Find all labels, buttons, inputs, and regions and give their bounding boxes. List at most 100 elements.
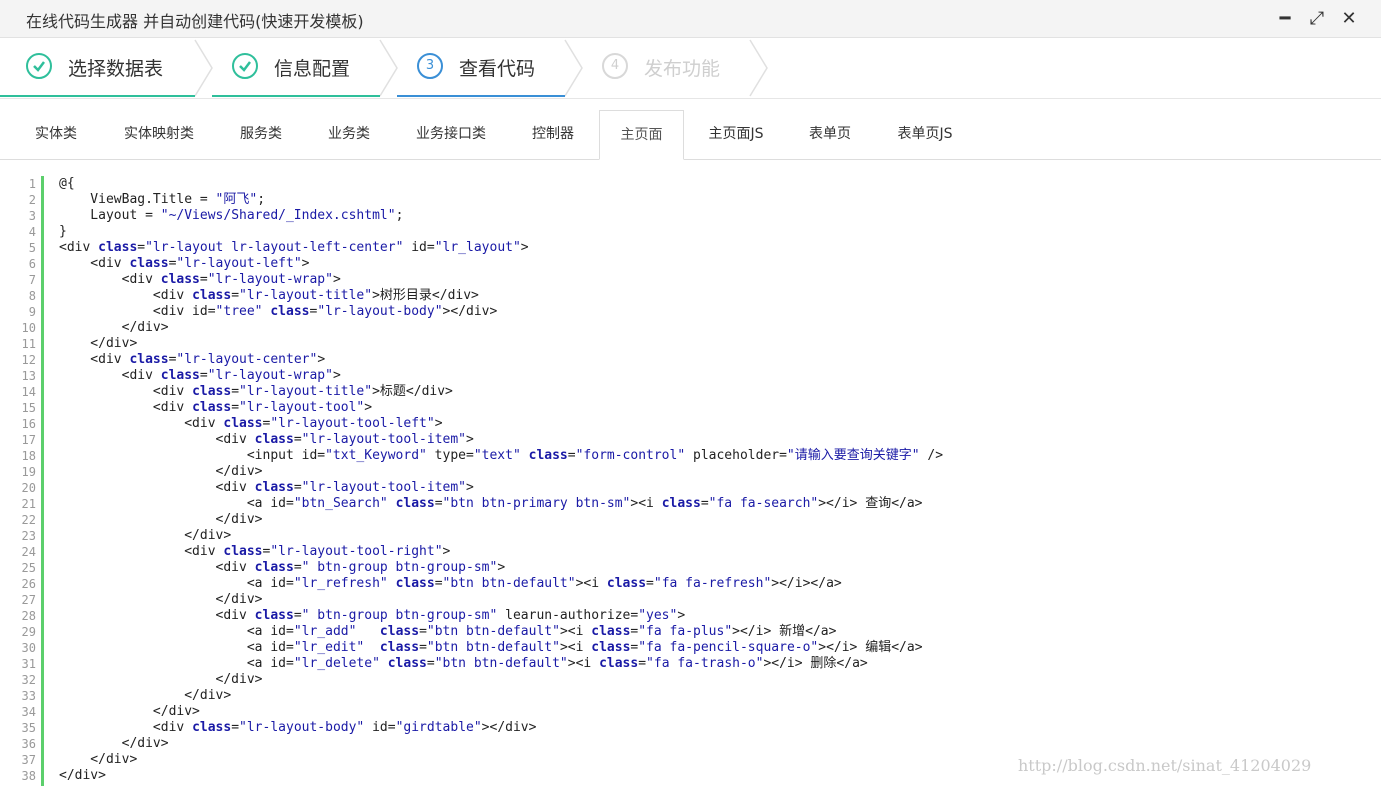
- code-line: </div>: [59, 336, 138, 351]
- code-line: <input id="txt_Keyword" type="text" clas…: [59, 448, 944, 463]
- code-line: <div class="lr-layout-title">树形目录</div>: [59, 288, 479, 303]
- window-titlebar: 在线代码生成器 并自动创建代码(快速开发模板) ━ ⤢ ✕: [0, 0, 1381, 38]
- code-line: <div class="lr-layout-title">标题</div>: [59, 384, 453, 399]
- line-number: 21: [21, 497, 36, 511]
- tab-service[interactable]: 服务类: [222, 110, 300, 159]
- code-line: ViewBag.Title = "阿飞";: [59, 192, 266, 207]
- code-line: @{: [59, 176, 75, 191]
- tab-entity-map[interactable]: 实体映射类: [106, 110, 212, 159]
- line-number: 8: [28, 289, 36, 303]
- code-line: </div>: [59, 736, 169, 751]
- line-number: 34: [21, 705, 36, 719]
- line-number: 14: [21, 385, 36, 399]
- maximize-icon[interactable]: ⤢: [1305, 7, 1329, 31]
- line-number: 30: [21, 641, 36, 655]
- step-info-config[interactable]: 信息配置: [232, 38, 382, 97]
- code-line: <a id="lr_add" class="btn btn-default"><…: [59, 624, 837, 639]
- code-line: </div>: [59, 672, 263, 687]
- code-line: <a id="btn_Search" class="btn btn-primar…: [59, 496, 923, 511]
- code-line: <div class=" btn-group btn-group-sm">: [59, 560, 506, 575]
- line-number: 9: [28, 305, 36, 319]
- code-line: <a id="lr_delete" class="btn btn-default…: [59, 656, 868, 671]
- line-number: 3: [28, 209, 36, 223]
- window-title: 在线代码生成器 并自动创建代码(快速开发模板): [26, 12, 364, 31]
- code-line: </div>: [59, 768, 106, 783]
- line-number: 1: [28, 177, 36, 191]
- code-line: <div id="tree" class="lr-layout-body"></…: [59, 304, 498, 319]
- tab-form-page[interactable]: 表单页: [790, 110, 870, 159]
- close-icon[interactable]: ✕: [1337, 7, 1361, 31]
- tab-entity[interactable]: 实体类: [16, 110, 96, 159]
- line-number: 38: [21, 769, 36, 783]
- line-number: 35: [21, 721, 36, 735]
- step-view-code[interactable]: 3 查看代码: [417, 38, 567, 97]
- line-number: 10: [21, 321, 36, 335]
- step-label: 查看代码: [459, 58, 536, 80]
- code-editor[interactable]: 1 2 3 4 5 6 7 8 9 10 11 12 13 14 15 16 17 18 19 20 21 22 23 24 2…: [0, 160, 1381, 786]
- code-line: <div class="lr-layout-wrap">: [59, 272, 341, 287]
- code-line: <div class="lr-layout-center">: [59, 352, 326, 367]
- tab-controller[interactable]: 控制器: [514, 110, 592, 159]
- code-line: </div>: [59, 320, 169, 335]
- tab-business-interface[interactable]: 业务接口类: [398, 110, 504, 159]
- line-number: 33: [21, 689, 36, 703]
- line-number: 16: [21, 417, 36, 431]
- line-number: 5: [28, 241, 36, 255]
- code-line: <div class="lr-layout-tool">: [59, 400, 373, 415]
- line-number: 20: [21, 481, 36, 495]
- tab-main-page-js[interactable]: 主页面JS: [692, 110, 780, 159]
- line-number: 22: [21, 513, 36, 527]
- line-number: 19: [21, 465, 36, 479]
- line-number: 11: [21, 337, 36, 351]
- step-label: 选择数据表: [68, 58, 164, 80]
- step-publish[interactable]: 4 发布功能: [602, 38, 752, 97]
- line-number: 15: [21, 401, 36, 415]
- line-number: 24: [21, 545, 36, 559]
- line-number: 18: [21, 449, 36, 463]
- code-tabs: 实体类 实体映射类 服务类 业务类 业务接口类 控制器 主页面 主页面JS 表单…: [0, 110, 1381, 160]
- tab-business[interactable]: 业务类: [310, 110, 388, 159]
- code-line: }: [59, 224, 67, 239]
- line-number: 17: [21, 433, 36, 447]
- code-line: <div class="lr-layout-tool-item">: [59, 432, 474, 447]
- code-content[interactable]: @{ ViewBag.Title = "阿飞"; Layout = "~/Vie…: [59, 176, 943, 784]
- line-numbers: 1 2 3 4 5 6 7 8 9 10 11 12 13 14 15 16 17 18 19 20 21 22 23 24 2…: [0, 176, 36, 784]
- step-number-badge: 4: [602, 53, 628, 79]
- step-label: 信息配置: [274, 58, 351, 80]
- code-line: <div class="lr-layout-left">: [59, 256, 310, 271]
- line-number: 26: [21, 577, 36, 591]
- line-number: 36: [21, 737, 36, 751]
- tab-form-page-js[interactable]: 表单页JS: [880, 110, 970, 159]
- tab-main-page[interactable]: 主页面: [599, 110, 684, 160]
- code-line: <div class="lr-layout-tool-right">: [59, 544, 451, 559]
- code-line: </div>: [59, 704, 200, 719]
- line-number: 4: [28, 225, 36, 239]
- code-line: <div class="lr-layout-tool-item">: [59, 480, 474, 495]
- code-line: <div class="lr-layout lr-layout-left-cen…: [59, 240, 529, 255]
- line-number: 28: [21, 609, 36, 623]
- line-number: 13: [21, 369, 36, 383]
- line-number: 27: [21, 593, 36, 607]
- line-number: 37: [21, 753, 36, 767]
- step-number-badge: 3: [417, 53, 443, 79]
- code-line: </div>: [59, 512, 263, 527]
- watermark: http://blog.csdn.net/sinat_41204029: [1018, 756, 1312, 775]
- code-line: <div class="lr-layout-tool-left">: [59, 416, 443, 431]
- line-number: 23: [21, 529, 36, 543]
- line-number: 29: [21, 625, 36, 639]
- code-line: <a id="lr_refresh" class="btn btn-defaul…: [59, 576, 842, 591]
- code-line: <div class=" btn-group btn-group-sm" lea…: [59, 608, 686, 623]
- code-line: <div class="lr-layout-body" id="girdtabl…: [59, 720, 537, 735]
- line-number: 31: [21, 657, 36, 671]
- code-line: <a id="lr_edit" class="btn btn-default">…: [59, 640, 923, 655]
- step-select-table[interactable]: 选择数据表: [26, 38, 196, 97]
- code-line: </div>: [59, 688, 232, 703]
- minimize-icon[interactable]: ━: [1273, 7, 1297, 31]
- step-label: 发布功能: [644, 58, 721, 80]
- line-number: 7: [28, 273, 36, 287]
- code-line: </div>: [59, 752, 138, 767]
- line-number: 25: [21, 561, 36, 575]
- line-number: 12: [21, 353, 36, 367]
- code-line: </div>: [59, 592, 263, 607]
- line-number: 32: [21, 673, 36, 687]
